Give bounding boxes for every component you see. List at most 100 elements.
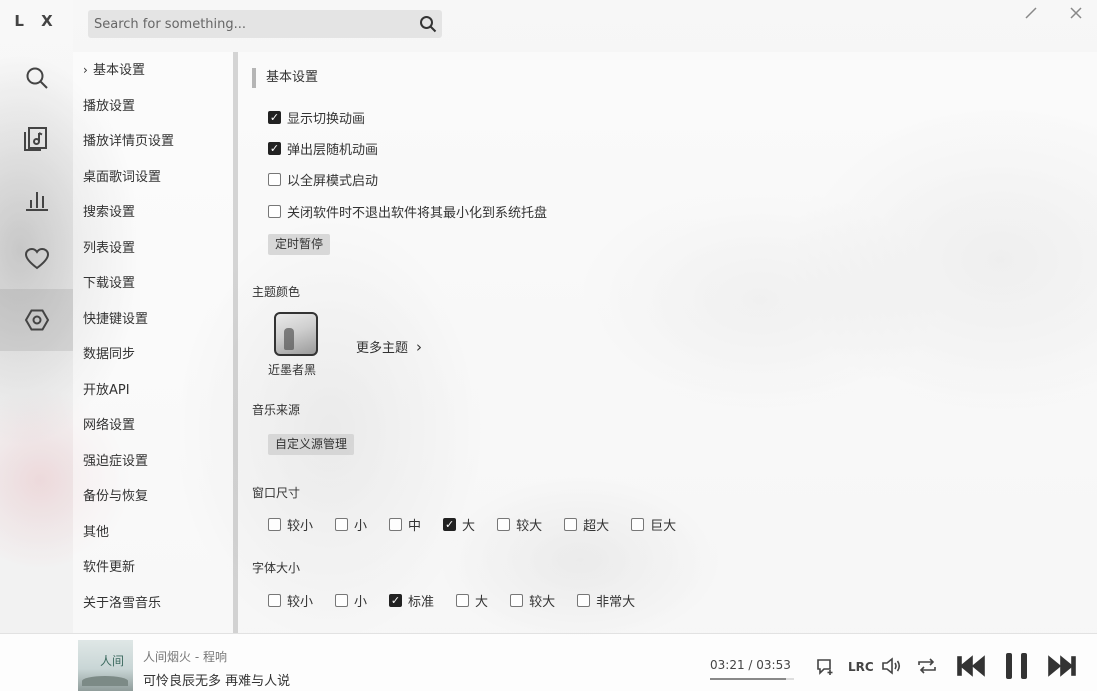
- font-size-option[interactable]: 大: [456, 591, 488, 610]
- nav-item-basic[interactable]: › 基本设置: [73, 53, 233, 89]
- bar-chart-icon: [25, 192, 48, 211]
- nav-item-desktop-lyric[interactable]: 桌面歌词设置: [73, 160, 233, 196]
- pause-button[interactable]: [1003, 651, 1031, 681]
- font-size-option[interactable]: 非常大: [577, 591, 635, 610]
- progress-fill: [710, 678, 787, 680]
- rail-settings-button[interactable]: [0, 289, 73, 351]
- option-label: 大: [475, 595, 489, 610]
- checkbox[interactable]: [510, 594, 524, 607]
- nav-item-list[interactable]: 列表设置: [73, 231, 233, 267]
- checkbox[interactable]: [335, 594, 349, 607]
- window-size-option[interactable]: 中: [389, 515, 421, 534]
- nav-item-play-detail[interactable]: 播放详情页设置: [73, 124, 233, 160]
- font-size-option[interactable]: 较大: [510, 591, 555, 610]
- checkbox[interactable]: [268, 173, 281, 186]
- timer-pause-button[interactable]: 定时暂停: [268, 234, 331, 255]
- loop-mode-button[interactable]: [916, 656, 938, 676]
- option-label: 巨大: [650, 519, 677, 534]
- search-input[interactable]: [88, 16, 414, 32]
- nav-item-label: 基本设置: [93, 63, 146, 78]
- option-label: 大: [462, 519, 476, 534]
- repeat-icon: [918, 658, 936, 674]
- nav-item-network[interactable]: 网络设置: [73, 408, 233, 444]
- checkbox-minimize-to-tray[interactable]: 关闭软件时不退出软件将其最小化到系统托盘: [268, 202, 547, 221]
- next-button[interactable]: [1047, 654, 1077, 678]
- font-size-options: 较小 小 标准 大 较大 非常大: [268, 591, 657, 610]
- nav-item-download[interactable]: 下载设置: [73, 266, 233, 302]
- checkbox[interactable]: [389, 594, 403, 607]
- nav-item-other[interactable]: 其他: [73, 515, 233, 551]
- nav-item-sync[interactable]: 数据同步: [73, 337, 233, 373]
- font-size-option[interactable]: 较小: [268, 591, 313, 610]
- checkbox-fullscreen-start[interactable]: 以全屏模式启动: [268, 170, 378, 189]
- checkbox[interactable]: [268, 205, 281, 218]
- previous-button[interactable]: [956, 654, 986, 678]
- top-bar: [73, 0, 1097, 52]
- window-size-option[interactable]: 超大: [564, 515, 609, 534]
- font-size-label: 字体大小: [252, 561, 301, 575]
- window-size-option[interactable]: 小: [335, 515, 367, 534]
- rail-songlist-button[interactable]: [0, 107, 73, 169]
- rail-leaderboard-button[interactable]: [0, 168, 73, 230]
- checkbox-show-animation[interactable]: 显示切换动画: [268, 108, 365, 127]
- volume-button[interactable]: [881, 656, 903, 676]
- custom-source-button[interactable]: 自定义源管理: [268, 434, 355, 455]
- settings-content: 基本设置 显示切换动画 弹出层随机动画 以全屏模式启动 关闭软件时不退出软件将其…: [238, 52, 1097, 633]
- checkbox[interactable]: [564, 518, 578, 531]
- font-size-option[interactable]: 小: [335, 591, 367, 610]
- window-size-option[interactable]: 大: [443, 515, 475, 534]
- current-lyric: 可怜良辰无多 再难与人说: [143, 674, 291, 689]
- icon-rail: L X: [0, 0, 73, 633]
- nav-item-ocd[interactable]: 强迫症设置: [73, 444, 233, 480]
- nav-item-backup[interactable]: 备份与恢复: [73, 479, 233, 515]
- checkbox[interactable]: [577, 594, 591, 607]
- checkbox[interactable]: [389, 518, 403, 531]
- album-cover[interactable]: 人间: [78, 640, 133, 691]
- checkbox[interactable]: [268, 594, 281, 607]
- nav-item-about[interactable]: 关于洛雪音乐: [73, 586, 233, 622]
- desktop-lyric-button[interactable]: LRC: [848, 660, 874, 674]
- window-size-label: 窗口尺寸: [252, 486, 301, 500]
- settings-hexagon-icon: [24, 309, 49, 331]
- checkbox[interactable]: [335, 518, 349, 531]
- minimize-button[interactable]: [1022, 4, 1040, 22]
- window-size-option[interactable]: 较大: [497, 515, 542, 534]
- add-to-list-button[interactable]: [815, 656, 835, 676]
- theme-thumbnail-current[interactable]: [274, 312, 318, 356]
- option-label: 中: [408, 519, 422, 534]
- checkbox[interactable]: [443, 518, 457, 531]
- window-size-option[interactable]: 巨大: [631, 515, 676, 534]
- option-label: 非常大: [596, 595, 636, 610]
- checkbox[interactable]: [497, 518, 511, 531]
- search-icon: [26, 67, 48, 89]
- checkbox-label: 显示切换动画: [287, 112, 366, 127]
- checkbox[interactable]: [456, 594, 470, 607]
- rail-search-button[interactable]: [0, 47, 73, 109]
- window-size-option[interactable]: 较小: [268, 515, 313, 534]
- checkbox[interactable]: [268, 142, 281, 155]
- close-button[interactable]: [1067, 4, 1085, 22]
- option-label: 标准: [408, 595, 435, 610]
- minimize-icon: [1025, 7, 1037, 19]
- nav-item-open-api[interactable]: 开放API: [73, 373, 233, 409]
- checkbox-label: 弹出层随机动画: [287, 143, 379, 158]
- rail-favorites-button[interactable]: [0, 228, 73, 290]
- nav-item-hotkey[interactable]: 快捷键设置: [73, 302, 233, 338]
- search-submit-button[interactable]: [414, 10, 442, 38]
- checkbox-popup-random-animation[interactable]: 弹出层随机动画: [268, 139, 378, 158]
- cover-text: 人间: [100, 654, 125, 668]
- song-title[interactable]: 人间烟火 - 程响: [143, 648, 227, 665]
- nav-item-update[interactable]: 软件更新: [73, 550, 233, 586]
- nav-item-search[interactable]: 搜索设置: [73, 195, 233, 231]
- more-themes-link[interactable]: 更多主题 ›: [356, 337, 422, 357]
- nav-item-play[interactable]: 播放设置: [73, 89, 233, 125]
- checkbox[interactable]: [268, 111, 281, 124]
- checkbox[interactable]: [631, 518, 645, 531]
- progress-bar[interactable]: [710, 678, 794, 680]
- option-label: 较小: [287, 519, 314, 534]
- checkbox-label: 以全屏模式启动: [287, 174, 379, 189]
- font-size-option[interactable]: 标准: [389, 591, 434, 610]
- theme-name: 近墨者黑: [268, 363, 317, 377]
- checkbox[interactable]: [268, 518, 281, 531]
- option-label: 超大: [583, 519, 610, 534]
